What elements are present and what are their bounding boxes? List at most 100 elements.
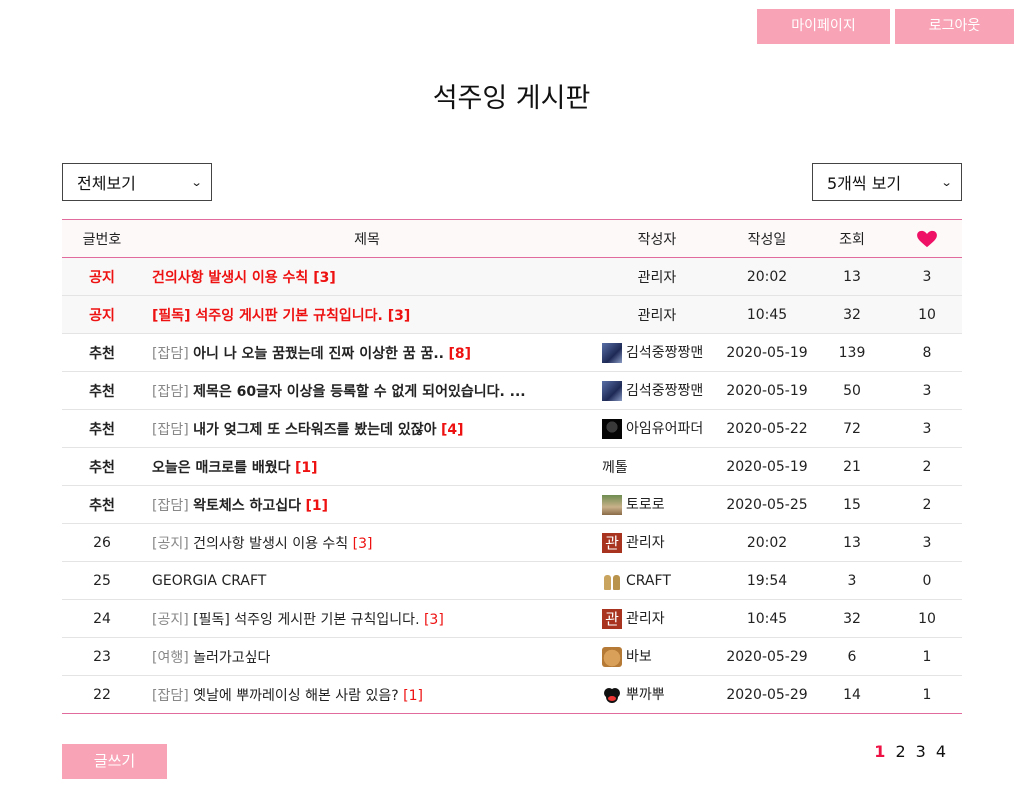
post-category: [잡담] xyxy=(152,421,189,438)
table-row[interactable]: 추천 [잡담] 제목은 60글자 이상을 등록할 수 없게 되어있습니다. ...… xyxy=(62,371,962,410)
post-title[interactable]: 내가 엊그제 또 스타워즈를 봤는데 있잖아 xyxy=(193,422,436,438)
post-views: 72 xyxy=(812,409,892,448)
table-row[interactable]: 공지 [필독] 석주잉 게시판 기본 규칙입니다. [3] 관리자 10:45 32 10 xyxy=(62,295,962,334)
post-title[interactable]: 오늘은 매크로를 배웠다 xyxy=(152,460,291,476)
heart-icon xyxy=(917,230,937,247)
post-author: 관리자 xyxy=(637,269,677,286)
post-author-cell: 관 관리자 xyxy=(592,599,722,638)
chevron-down-icon: ⌄ xyxy=(940,175,953,189)
post-title[interactable]: 왁토체스 하고십다 xyxy=(193,498,301,514)
post-date: 19:54 xyxy=(722,561,812,600)
post-title-cell[interactable]: GEORGIA CRAFT xyxy=(142,561,592,600)
post-author: 김석중짱짱맨 xyxy=(626,383,704,399)
post-title-cell[interactable]: [공지] [필독] 석주잉 게시판 기본 규칙입니다. [3] xyxy=(142,599,592,638)
post-title-cell[interactable]: 오늘은 매크로를 배웠다 [1] xyxy=(142,447,592,486)
comment-count: [3] xyxy=(423,611,444,628)
post-title[interactable]: 아니 나 오늘 꿈꿨는데 진짜 이상한 꿈 꿈.. xyxy=(193,346,444,362)
write-button[interactable]: 글쓰기 xyxy=(62,744,167,779)
post-date: 10:45 xyxy=(722,599,812,638)
post-views: 139 xyxy=(812,333,892,372)
post-number: 23 xyxy=(62,637,142,676)
post-views: 13 xyxy=(812,523,892,562)
column-header-views: 조회 xyxy=(839,231,865,248)
table-row[interactable]: 추천 오늘은 매크로를 배웠다 [1] 께톨 2020-05-19 21 2 xyxy=(62,447,962,486)
table-row[interactable]: 23 [여행] 놀러가고싶다 바보 2020-05-29 6 1 xyxy=(62,637,962,676)
comment-count: [1] xyxy=(403,687,423,704)
post-title[interactable]: 건의사항 발생시 이용 수칙 xyxy=(152,270,308,286)
post-title[interactable]: [필독] 석주잉 게시판 기본 규칙입니다. xyxy=(193,612,419,628)
post-title-cell[interactable]: [필독] 석주잉 게시판 기본 규칙입니다. [3] xyxy=(142,295,592,334)
post-likes: 3 xyxy=(892,409,962,448)
top-buttons: 마이페이지 로그아웃 xyxy=(757,9,1014,44)
comment-count: [1] xyxy=(295,459,318,476)
post-title-cell[interactable]: 건의사항 발생시 이용 수칙 [3] xyxy=(142,257,592,296)
page-link-4[interactable]: 4 xyxy=(936,742,946,761)
comment-count: [3] xyxy=(387,307,411,324)
comment-count: [8] xyxy=(448,345,471,362)
table-row[interactable]: 공지 건의사항 발생시 이용 수칙 [3] 관리자 20:02 13 3 xyxy=(62,257,962,296)
post-author-cell: 아임유어파더 xyxy=(592,409,722,448)
mypage-button[interactable]: 마이페이지 xyxy=(757,9,890,44)
post-title-cell[interactable]: [잡담] 아니 나 오늘 꿈꿨는데 진짜 이상한 꿈 꿈.. [8] xyxy=(142,333,592,372)
post-views: 15 xyxy=(812,485,892,524)
post-author: 바보 xyxy=(626,649,652,665)
post-likes: 3 xyxy=(892,257,962,296)
post-author-cell: 김석중짱짱맨 xyxy=(592,333,722,372)
avatar xyxy=(602,685,622,705)
post-title-cell[interactable]: [잡담] 내가 엊그제 또 스타워즈를 봤는데 있잖아 [4] xyxy=(142,409,592,448)
comment-count: [3] xyxy=(352,535,373,552)
post-author: 아임유어파더 xyxy=(626,421,704,437)
post-title[interactable]: 건의사항 발생시 이용 수칙 xyxy=(193,536,348,552)
table-row[interactable]: 25 GEORGIA CRAFT CRAFT 19:54 3 0 xyxy=(62,561,962,600)
page-link-1[interactable]: 1 xyxy=(874,742,885,761)
post-title[interactable]: 제목은 60글자 이상을 등록할 수 없게 되어있습니다. ... xyxy=(193,384,525,400)
post-title[interactable]: 놀러가고싶다 xyxy=(193,650,270,666)
post-likes: 10 xyxy=(892,295,962,334)
post-title-cell[interactable]: [잡담] 왁토체스 하고십다 [1] xyxy=(142,485,592,524)
post-likes: 2 xyxy=(892,447,962,486)
avatar: 관 xyxy=(602,609,622,629)
comment-count: [3] xyxy=(313,269,336,286)
post-date: 2020-05-29 xyxy=(722,637,812,676)
table-row[interactable]: 추천 [잡담] 내가 엊그제 또 스타워즈를 봤는데 있잖아 [4] 아임유어파더 2… xyxy=(62,409,962,448)
page-size-select[interactable]: 5개씩 보기 ⌄ xyxy=(812,163,962,201)
post-title-cell[interactable]: [여행] 놀러가고싶다 xyxy=(142,637,592,676)
comment-count: [4] xyxy=(440,421,464,438)
post-category: [공지] xyxy=(152,611,189,628)
post-title-cell[interactable]: [잡담] 옛날에 뿌까레이싱 해본 사람 있음? [1] xyxy=(142,675,592,714)
table-row[interactable]: 추천 [잡담] 아니 나 오늘 꿈꿨는데 진짜 이상한 꿈 꿈.. [8] 김석중짱… xyxy=(62,333,962,372)
post-likes: 1 xyxy=(892,637,962,676)
post-author-cell: 김석중짱짱맨 xyxy=(592,371,722,410)
post-title[interactable]: 옛날에 뿌까레이싱 해본 사람 있음? xyxy=(193,688,399,704)
avatar xyxy=(602,570,622,591)
page-link-3[interactable]: 3 xyxy=(916,742,926,761)
post-number: 25 xyxy=(62,561,142,600)
post-author-cell: 관 관리자 xyxy=(592,523,722,562)
post-date: 10:45 xyxy=(722,295,812,334)
table-row[interactable]: 추천 [잡담] 왁토체스 하고십다 [1] 토로로 2020-05-25 15 2 xyxy=(62,485,962,524)
page-link-2[interactable]: 2 xyxy=(895,742,905,761)
pagination: 1 2 3 4 xyxy=(874,742,946,761)
post-number: 추천 xyxy=(62,409,142,448)
post-title-cell[interactable]: [공지] 건의사항 발생시 이용 수칙 [3] xyxy=(142,523,592,562)
post-number: 추천 xyxy=(62,333,142,372)
category-select[interactable]: 전체보기 ⌄ xyxy=(62,163,212,201)
post-views: 13 xyxy=(812,257,892,296)
table-row[interactable]: 22 [잡담] 옛날에 뿌까레이싱 해본 사람 있음? [1] 뿌까뿌 2020-05… xyxy=(62,675,962,714)
post-views: 14 xyxy=(812,675,892,714)
table-row[interactable]: 24 [공지] [필독] 석주잉 게시판 기본 규칙입니다. [3] 관 관리자 10:… xyxy=(62,599,962,638)
post-date: 2020-05-19 xyxy=(722,371,812,410)
column-header-author: 작성자 xyxy=(637,231,677,248)
post-author-cell: 뿌까뿌 xyxy=(592,675,722,714)
post-title[interactable]: [필독] 석주잉 게시판 기본 규칙입니다. xyxy=(152,308,383,324)
post-title-cell[interactable]: [잡담] 제목은 60글자 이상을 등록할 수 없게 되어있습니다. ... xyxy=(142,371,592,410)
post-date: 2020-05-29 xyxy=(722,675,812,714)
column-header-number: 글번호 xyxy=(82,231,122,248)
post-number: 24 xyxy=(62,599,142,638)
post-title[interactable]: GEORGIA CRAFT xyxy=(152,573,266,589)
post-views: 6 xyxy=(812,637,892,676)
post-date: 2020-05-19 xyxy=(722,333,812,372)
logout-button[interactable]: 로그아웃 xyxy=(895,9,1014,44)
post-number: 22 xyxy=(62,675,142,714)
table-row[interactable]: 26 [공지] 건의사항 발생시 이용 수칙 [3] 관 관리자 20:02 13 3 xyxy=(62,523,962,562)
